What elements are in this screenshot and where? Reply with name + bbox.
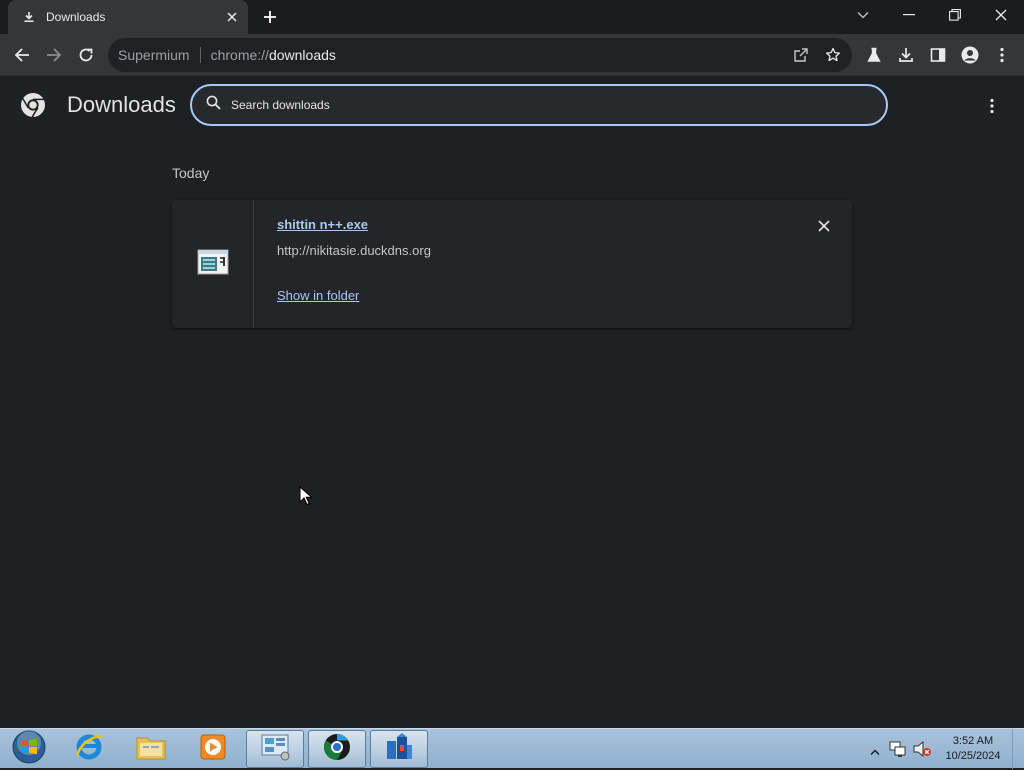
- blue-app-icon: [383, 731, 415, 768]
- remove-from-list-icon[interactable]: [814, 216, 834, 236]
- omnibox-divider: [199, 47, 201, 63]
- download-icon: [22, 10, 36, 24]
- media-player-icon: [198, 732, 228, 767]
- site-name: Supermium: [118, 47, 190, 63]
- url-scheme: chrome://: [210, 47, 269, 63]
- page-title: Downloads: [67, 92, 176, 117]
- search-downloads-box[interactable]: [190, 84, 888, 126]
- bookmark-star-icon[interactable]: [822, 44, 844, 66]
- search-input[interactable]: [229, 97, 829, 113]
- search-icon: [206, 95, 221, 115]
- new-tab-button[interactable]: [260, 7, 280, 27]
- share-icon[interactable]: [790, 44, 812, 66]
- back-button[interactable]: [8, 41, 36, 69]
- file-icon-area: [172, 200, 254, 328]
- chrome-logo-icon: [20, 92, 46, 118]
- restore-button[interactable]: [932, 0, 978, 30]
- file-explorer-taskbar-button[interactable]: [122, 730, 180, 768]
- show-hidden-icons-icon[interactable]: [870, 743, 880, 761]
- internet-explorer-taskbar-button[interactable]: [60, 730, 118, 768]
- start-button[interactable]: [0, 730, 58, 768]
- close-tab-icon[interactable]: [222, 7, 242, 27]
- file-source-url: http://nikitasie.duckdns.org: [277, 243, 431, 258]
- tab-title: Downloads: [46, 10, 106, 24]
- tab-strip: Downloads: [0, 0, 1024, 34]
- internet-explorer-icon: [73, 731, 105, 768]
- windows-start-orb-icon: [11, 729, 47, 770]
- clock-time: 3:52 AM: [952, 735, 994, 747]
- browser-menu-icon[interactable]: [988, 41, 1016, 69]
- show-desktop-button[interactable]: [1012, 729, 1024, 769]
- more-actions-icon[interactable]: [980, 94, 1004, 118]
- side-panel-icon[interactable]: [924, 41, 952, 69]
- supermium-browser-icon: [321, 731, 353, 768]
- downloads-header: Downloads: [0, 76, 1024, 134]
- show-in-folder-link[interactable]: Show in folder: [277, 288, 359, 303]
- download-item: shittin n++.exe http://nikitasie.duckdns…: [172, 200, 852, 328]
- clock-date: 10/25/2024: [945, 750, 1001, 762]
- app-taskbar-button[interactable]: [370, 730, 428, 768]
- control-panel-taskbar-button[interactable]: [246, 730, 304, 768]
- file-name-link[interactable]: shittin n++.exe: [277, 217, 368, 232]
- tab-search-chevron-icon[interactable]: [840, 0, 886, 30]
- tab-downloads[interactable]: Downloads: [8, 0, 248, 34]
- volume-muted-icon[interactable]: [912, 739, 932, 764]
- date-header: Today: [172, 165, 210, 181]
- close-window-button[interactable]: [978, 0, 1024, 30]
- downloads-toolbar-icon[interactable]: [892, 41, 920, 69]
- reload-button[interactable]: [72, 41, 100, 69]
- taskbar: 3:52 AM 10/25/2024: [0, 728, 1024, 769]
- url-path: downloads: [268, 47, 336, 63]
- forward-button[interactable]: [40, 41, 68, 69]
- folder-icon: [135, 732, 167, 767]
- labs-flask-icon[interactable]: [860, 41, 888, 69]
- address-bar[interactable]: Supermium chrome://downloads: [108, 38, 852, 72]
- minimize-button[interactable]: [886, 0, 932, 30]
- mouse-cursor-icon: [299, 485, 314, 506]
- media-player-taskbar-button[interactable]: [184, 730, 242, 768]
- network-icon[interactable]: [888, 739, 908, 764]
- toolbar: Supermium chrome://downloads: [0, 34, 1024, 76]
- taskbar-clock[interactable]: 3:52 AM 10/25/2024: [936, 734, 1010, 764]
- executable-file-icon: [197, 249, 229, 280]
- control-panel-icon: [259, 732, 291, 767]
- profile-avatar-icon[interactable]: [956, 41, 984, 69]
- supermium-taskbar-button[interactable]: [308, 730, 366, 768]
